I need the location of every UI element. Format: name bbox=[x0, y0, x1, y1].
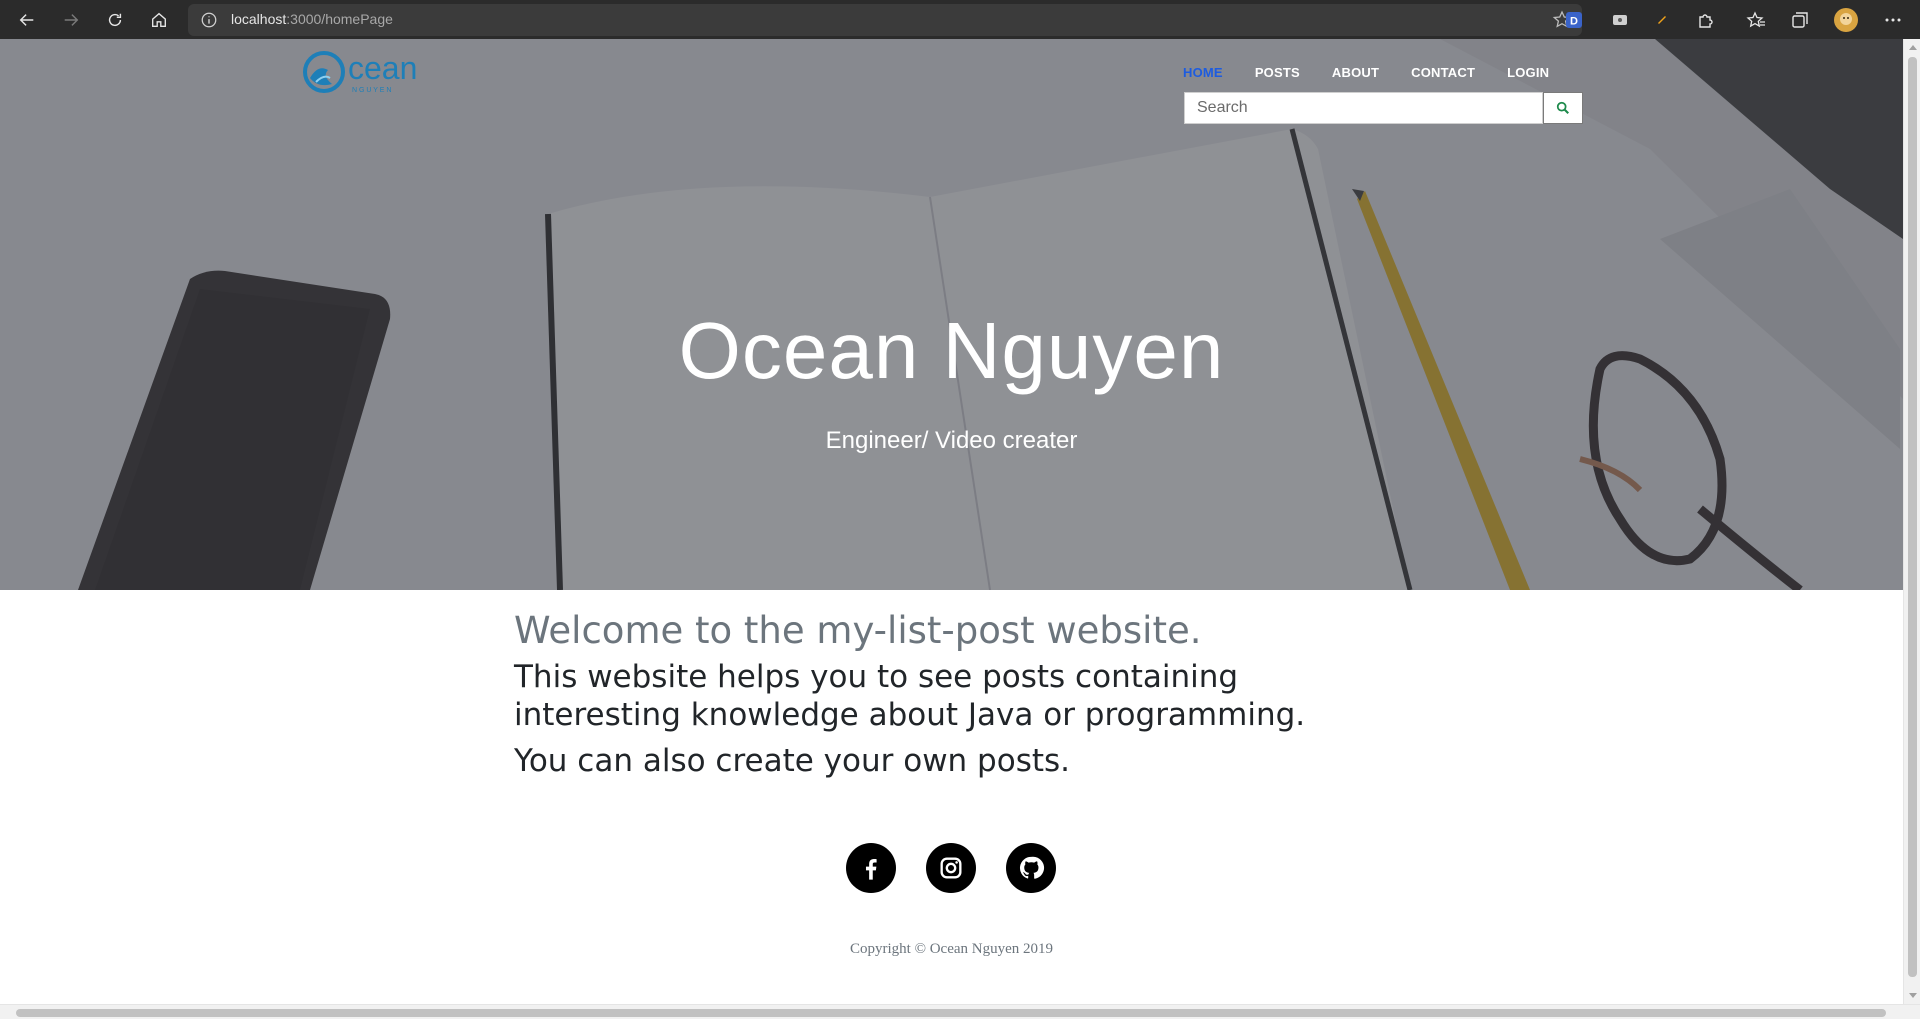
facebook-icon bbox=[865, 859, 877, 880]
browser-toolbar: localhost:3000/homePage D bbox=[0, 0, 1920, 39]
hero-subtitle: Engineer/ Video creater bbox=[825, 427, 1078, 454]
extension-media-icon[interactable] bbox=[1609, 9, 1631, 31]
nav-contact[interactable]: CONTACT bbox=[1411, 65, 1475, 80]
horizontal-scrollbar[interactable] bbox=[0, 1004, 1920, 1019]
social-links bbox=[846, 843, 1056, 893]
nav-about[interactable]: ABOUT bbox=[1332, 65, 1379, 80]
scroll-down-arrow-icon[interactable] bbox=[1909, 993, 1917, 998]
search-icon bbox=[1556, 101, 1569, 114]
horizontal-scroll-thumb[interactable] bbox=[16, 1009, 1886, 1017]
search-button[interactable] bbox=[1543, 92, 1583, 124]
url-host: localhost bbox=[231, 11, 287, 27]
home-icon bbox=[152, 12, 166, 27]
logo-text: cean bbox=[348, 50, 417, 86]
hero-banner: cean N G U Y E N HOME POSTS ABOUT CONTAC… bbox=[0, 39, 1903, 590]
logo-subtext: N G U Y E N bbox=[352, 87, 391, 94]
forward-arrow-icon bbox=[64, 14, 79, 26]
collections-icon[interactable] bbox=[1789, 9, 1811, 31]
intro-section: Welcome to the my-list-post website. Thi… bbox=[514, 608, 1414, 780]
svg-text:D: D bbox=[1570, 16, 1578, 28]
home-button[interactable] bbox=[145, 6, 173, 34]
site-description-2: You can also create your own posts. bbox=[514, 743, 1071, 779]
nav-home[interactable]: HOME bbox=[1183, 65, 1223, 80]
github-link[interactable] bbox=[1006, 843, 1056, 893]
facebook-link[interactable] bbox=[846, 843, 896, 893]
back-button[interactable] bbox=[13, 6, 41, 34]
address-bar[interactable]: localhost:3000/homePage bbox=[188, 4, 1582, 36]
vertical-scroll-thumb[interactable] bbox=[1908, 57, 1917, 977]
url-text: localhost:3000/homePage bbox=[231, 11, 393, 27]
github-icon bbox=[1019, 856, 1045, 879]
favorites-icon[interactable] bbox=[1745, 9, 1767, 31]
search-input[interactable] bbox=[1184, 92, 1543, 124]
copyright-text: Copyright © Ocean Nguyen 2019 bbox=[849, 941, 1054, 957]
url-path: :3000/homePage bbox=[286, 11, 393, 27]
extensions-puzzle-icon[interactable] bbox=[1695, 9, 1717, 31]
site-description: This website helps you to see posts cont… bbox=[514, 659, 1306, 733]
profile-avatar[interactable] bbox=[1833, 7, 1859, 33]
vertical-scrollbar[interactable] bbox=[1903, 39, 1920, 1004]
site-logo[interactable]: cean N G U Y E N bbox=[302, 48, 458, 96]
hero-title: Ocean Nguyen bbox=[678, 306, 1225, 395]
back-arrow-icon bbox=[19, 14, 34, 26]
refresh-icon bbox=[108, 13, 122, 27]
search-form bbox=[1184, 92, 1583, 124]
nav-posts[interactable]: POSTS bbox=[1255, 65, 1300, 80]
web-page: cean N G U Y E N HOME POSTS ABOUT CONTAC… bbox=[0, 39, 1903, 1004]
scroll-up-arrow-icon[interactable] bbox=[1909, 45, 1917, 50]
nav-login[interactable]: LOGIN bbox=[1507, 65, 1549, 80]
instagram-link[interactable] bbox=[926, 843, 976, 893]
forward-button[interactable] bbox=[57, 6, 85, 34]
more-options-icon[interactable] bbox=[1882, 9, 1904, 31]
info-icon[interactable] bbox=[200, 11, 218, 29]
main-nav: HOME POSTS ABOUT CONTACT LOGIN bbox=[1183, 65, 1581, 80]
refresh-button[interactable] bbox=[101, 6, 129, 34]
welcome-heading: Welcome to the my-list-post website. bbox=[514, 609, 1202, 652]
extension-orange-icon[interactable] bbox=[1651, 9, 1673, 31]
instagram-icon bbox=[940, 857, 962, 879]
extension-d-icon[interactable]: D bbox=[1563, 9, 1585, 31]
